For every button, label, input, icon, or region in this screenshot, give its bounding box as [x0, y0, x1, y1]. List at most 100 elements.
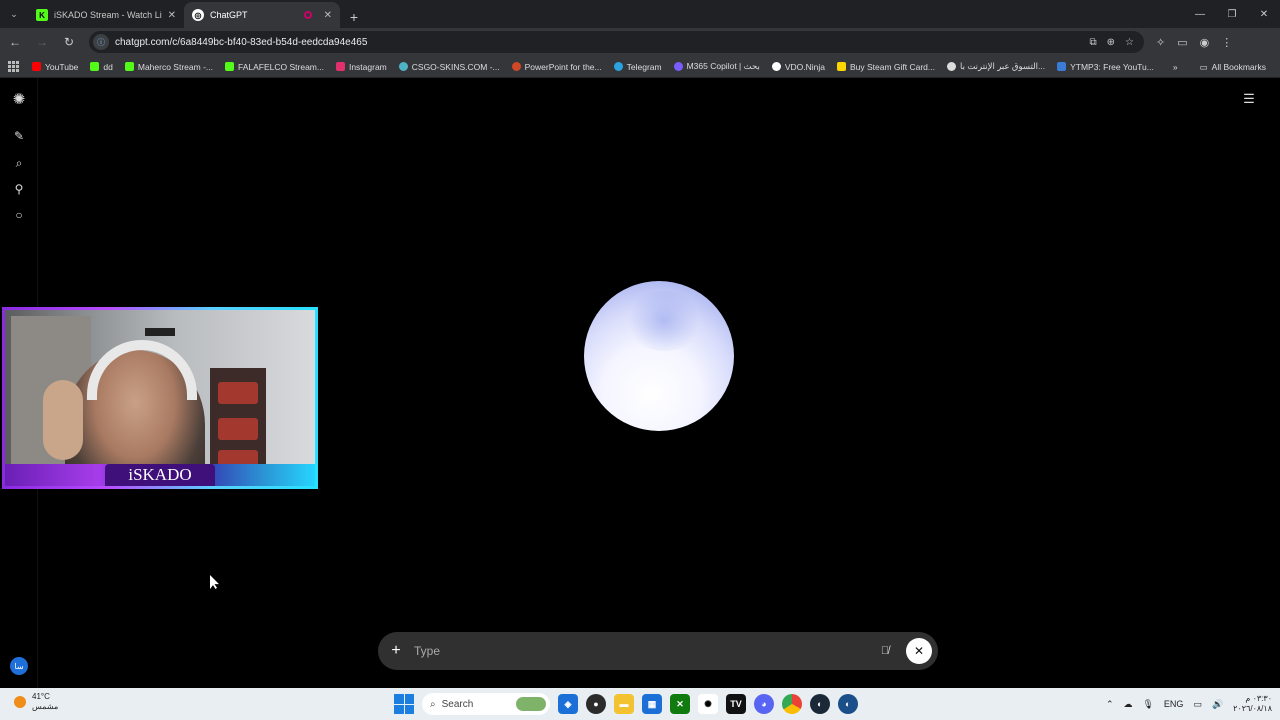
- bookmark-vdo-ninja[interactable]: VDO.Ninja: [766, 62, 831, 72]
- close-tab-icon[interactable]: ✕: [324, 10, 332, 21]
- side-panel-icon[interactable]: ▭: [1177, 36, 1187, 49]
- search-icon: ⌕: [430, 698, 436, 710]
- app-icon-1[interactable]: ◈: [558, 694, 578, 714]
- search-icon[interactable]: ⌕: [10, 154, 28, 172]
- bookmark-instagram[interactable]: Instagram: [330, 62, 393, 72]
- language-indicator[interactable]: ENG: [1164, 699, 1184, 709]
- microphone-icon[interactable]: 🎙: [1142, 699, 1153, 710]
- chatgpt-icon: ◎: [192, 9, 204, 21]
- weather-description: مشمس: [32, 702, 59, 711]
- avatar[interactable]: سا: [10, 657, 28, 675]
- bitrefill-icon: [836, 62, 846, 71]
- discord-icon[interactable]: ◕: [754, 694, 774, 714]
- network-icon[interactable]: ▭: [1193, 699, 1202, 710]
- translate-icon[interactable]: ⧉: [1090, 37, 1097, 48]
- voice-composer: + 🎙̸ ✕: [378, 632, 938, 670]
- chatgpt-app-icon[interactable]: ✺: [698, 694, 718, 714]
- tab-iskado-stream[interactable]: K iSKADO Stream - Watch Live on ✕: [28, 2, 184, 28]
- streamer-name: iSKADO: [105, 464, 215, 486]
- start-button[interactable]: [394, 694, 414, 714]
- volume-icon[interactable]: 🔊: [1212, 699, 1223, 710]
- bookmarks-bar: YouTube dd Maherco Stream -... FALAFELCO…: [0, 56, 1280, 78]
- steam-icon[interactable]: ◐: [810, 694, 830, 714]
- xbox-icon[interactable]: ✕: [670, 694, 690, 714]
- telegram-icon: [613, 62, 623, 71]
- bookmark-telegram[interactable]: Telegram: [608, 62, 668, 72]
- extensions-icon[interactable]: ✧: [1156, 36, 1165, 49]
- close-tab-icon[interactable]: ✕: [168, 10, 176, 21]
- chevron-up-icon[interactable]: ⌃: [1106, 699, 1114, 710]
- bookmark-powerpoint[interactable]: PowerPoint for the...: [506, 62, 608, 72]
- sidebar-rail: ✺ ✎ ⌕ ⚲ ○: [8, 90, 30, 224]
- all-bookmarks-button[interactable]: ▭ All Bookmarks: [1194, 62, 1272, 73]
- weather-widget[interactable]: 41°C مشمس: [14, 692, 58, 712]
- bookmark-dd[interactable]: dd: [84, 62, 118, 72]
- zoom-icon[interactable]: ⊕: [1107, 37, 1115, 48]
- tab-chatgpt[interactable]: ◎ ChatGPT ✕: [184, 2, 340, 28]
- mic-muted-icon[interactable]: 🎙̸: [876, 642, 894, 660]
- globe-icon: [947, 62, 956, 71]
- clock-time: ٠٣:٣٠ م: [1245, 694, 1272, 703]
- powerpoint-icon: [511, 62, 521, 71]
- voice-settings-icon[interactable]: ☰: [1240, 90, 1258, 108]
- bookmark-shopping[interactable]: التسوق عبر الإنترنت با...: [941, 61, 1051, 72]
- tab-strip: ⌄ K iSKADO Stream - Watch Live on ✕ ◎ Ch…: [0, 0, 1280, 28]
- tab-search-icon[interactable]: ⌄: [6, 6, 22, 22]
- steam-icon-2[interactable]: ◐: [838, 694, 858, 714]
- bookmark-steam-gift-card[interactable]: Buy Steam Gift Card...: [831, 62, 941, 72]
- obs-icon[interactable]: ●: [586, 694, 606, 714]
- store-icon[interactable]: ▦: [642, 694, 662, 714]
- webcam-overlay: iSKADO: [2, 307, 318, 489]
- back-button[interactable]: ←: [3, 30, 27, 54]
- close-window-icon[interactable]: ✕: [1248, 0, 1280, 28]
- bookmark-maherco[interactable]: Maherco Stream -...: [119, 62, 219, 72]
- minimize-icon[interactable]: —: [1184, 0, 1216, 28]
- message-input[interactable]: [414, 644, 876, 658]
- plus-icon[interactable]: +: [386, 641, 406, 661]
- restore-icon[interactable]: ❐: [1216, 0, 1248, 28]
- search-highlight-icon: [516, 697, 546, 711]
- chat-bubble-icon[interactable]: ○: [10, 206, 28, 224]
- more-bookmarks-icon[interactable]: »: [1173, 62, 1178, 72]
- bookmark-star-icon[interactable]: ☆: [1125, 37, 1134, 48]
- vdo-ninja-icon: [771, 62, 781, 71]
- new-tab-button[interactable]: +: [344, 6, 364, 28]
- new-chat-icon[interactable]: ✎: [10, 127, 28, 145]
- forward-button[interactable]: →: [30, 30, 54, 54]
- windows-taskbar: 41°C مشمس ⌕ Search ◈ ● ▬ ▦ ✕ ✺ TV ◕ ◐ ◐ …: [0, 688, 1280, 720]
- bookmark-ytmp3[interactable]: YTMP3: Free YouTu...: [1051, 62, 1160, 72]
- download-icon: [1057, 62, 1067, 71]
- openai-logo-icon[interactable]: ✺: [10, 90, 28, 108]
- tab-title: iSKADO Stream - Watch Live on: [54, 10, 162, 20]
- pin-icon[interactable]: ⚲: [10, 180, 28, 198]
- menu-icon[interactable]: ⋮: [1221, 36, 1232, 49]
- end-voice-button[interactable]: ✕: [906, 638, 932, 664]
- address-bar[interactable]: ⓘ chatgpt.com/c/6a8449bc-bf40-83ed-b54d-…: [89, 31, 1144, 53]
- tab-title: ChatGPT: [210, 10, 248, 20]
- clock[interactable]: ٠٣:٣٠ م ٢٠٢٦/٠٨/١٨: [1233, 694, 1272, 714]
- apps-grid-icon[interactable]: [8, 60, 20, 73]
- voice-orb: [584, 281, 734, 431]
- file-explorer-icon[interactable]: ▬: [614, 694, 634, 714]
- folder-icon: ▭: [1199, 61, 1208, 72]
- kick-icon: [224, 62, 234, 71]
- system-tray: ⌃ ☁ 🎙 ENG ▭ 🔊 ٠٣:٣٠ م ٢٠٢٦/٠٨/١٨: [1106, 688, 1272, 720]
- screen: ⌄ K iSKADO Stream - Watch Live on ✕ ◎ Ch…: [0, 0, 1280, 720]
- bookmark-csgo-skins[interactable]: CSGO-SKINS.COM -...: [393, 62, 506, 72]
- taskbar-search[interactable]: ⌕ Search: [422, 693, 550, 715]
- temperature: 41°C: [32, 692, 50, 701]
- bookmark-falafelco[interactable]: FALAFELCO Stream...: [219, 62, 330, 72]
- youtube-icon: [32, 62, 41, 71]
- onedrive-icon[interactable]: ☁: [1123, 699, 1132, 710]
- bookmark-youtube[interactable]: YouTube: [26, 62, 84, 72]
- tradingview-icon[interactable]: TV: [726, 694, 746, 714]
- bookmark-m365-copilot[interactable]: M365 Copilot | بحث: [668, 61, 766, 72]
- site-info-icon[interactable]: ⓘ: [93, 34, 109, 50]
- copilot-icon: [673, 62, 683, 71]
- window-controls: — ❐ ✕: [1184, 0, 1280, 28]
- reload-button[interactable]: ↻: [57, 30, 81, 54]
- chrome-icon[interactable]: [782, 694, 802, 714]
- shelf: [210, 368, 266, 478]
- url-text[interactable]: chatgpt.com/c/6a8449bc-bf40-83ed-b54d-ee…: [115, 37, 1090, 48]
- profile-icon[interactable]: ◉: [1200, 36, 1210, 49]
